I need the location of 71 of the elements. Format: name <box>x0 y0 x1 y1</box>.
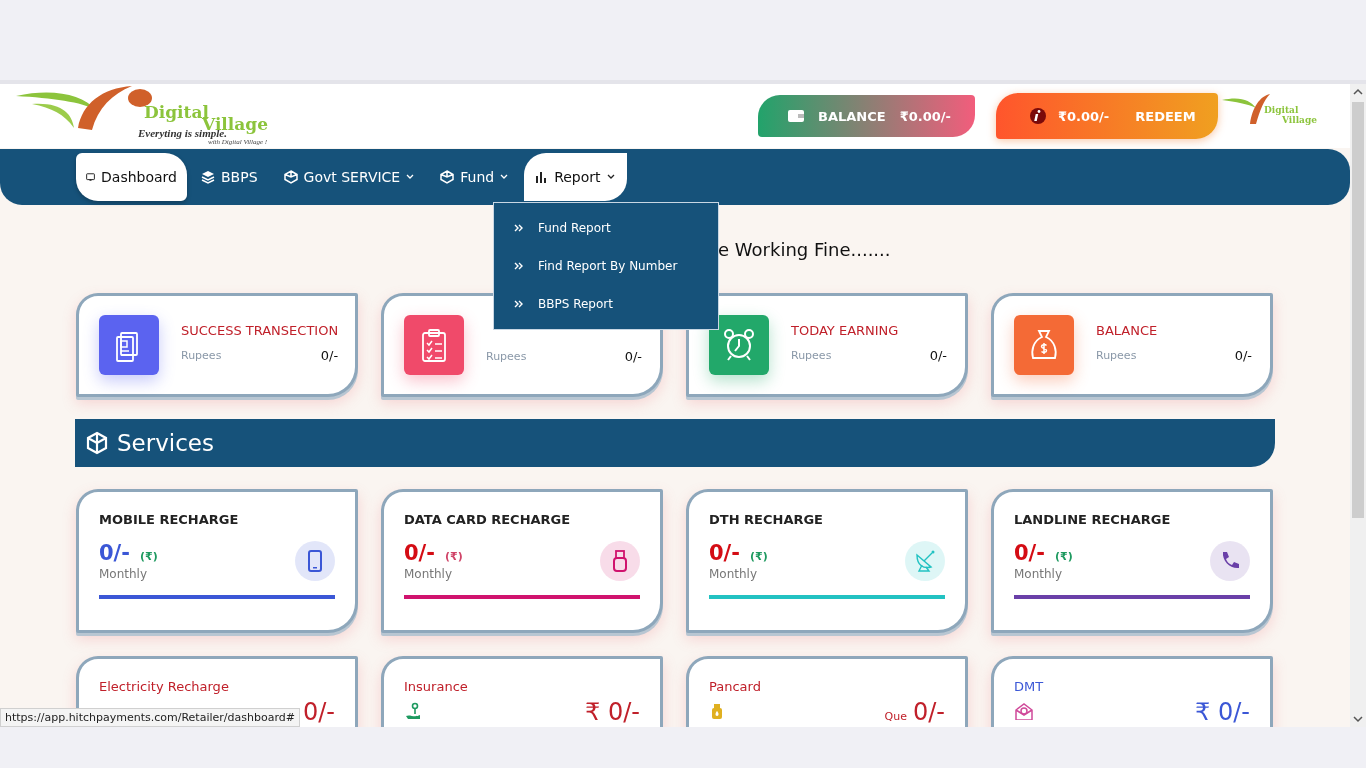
currency-label: (₹) <box>1055 550 1073 563</box>
phone-handset-icon <box>1210 541 1250 581</box>
usb-drive-icon <box>600 541 640 581</box>
status-message: e Working Fine....... <box>718 238 891 260</box>
bar-chart-icon <box>534 170 549 184</box>
status-bar-url: https://app.hitchpayments.com/Retailer/dashboard# <box>0 708 300 727</box>
period-label: Monthly <box>99 567 149 581</box>
balance-value: ₹0.00/- <box>899 108 951 124</box>
nav-tab[interactable]: BBPS <box>191 153 270 201</box>
currency-label: (₹) <box>140 550 158 563</box>
stat-value: 0/- <box>624 348 642 364</box>
monitor-icon <box>86 170 96 184</box>
chevrons-icon <box>514 300 524 308</box>
scroll-down-icon[interactable] <box>1353 715 1363 723</box>
menu-item[interactable]: Find Report By Number <box>494 247 718 285</box>
service-title: DTH RECHARGE <box>709 512 824 527</box>
menu-item[interactable]: BBPS Report <box>494 285 718 323</box>
info-icon <box>1030 108 1046 124</box>
stat-unit: Rupees <box>1096 349 1137 362</box>
logo-text: Digital <box>1264 106 1299 115</box>
nav-tab[interactable]: Govt SERVICE <box>273 153 427 201</box>
service-title: DMT <box>1014 679 1045 694</box>
reward-value: ₹0.00/- <box>1058 108 1110 124</box>
stat-title: BALANCE <box>1096 323 1159 338</box>
menu-item[interactable]: Fund Report <box>494 209 718 247</box>
nav-tab[interactable]: Report <box>524 153 627 201</box>
amount: 0/- <box>404 541 435 565</box>
stat-unit: Rupees <box>181 349 222 362</box>
phone-icon <box>295 541 335 581</box>
period-label: Monthly <box>709 567 759 581</box>
stat-unit: Rupees <box>791 349 832 362</box>
wallet-icon <box>788 109 804 123</box>
period-label: Monthly <box>404 567 454 581</box>
chevrons-icon <box>514 224 524 232</box>
stat-value: 0/- <box>929 348 947 363</box>
service-title: MOBILE RECHARGE <box>99 512 240 527</box>
chevrons-icon <box>514 262 524 270</box>
nav-tab[interactable]: Fund <box>430 153 521 201</box>
amount: 0/- <box>913 698 945 726</box>
logo-text: Village <box>1282 116 1317 125</box>
service-title: Pancard <box>709 679 762 694</box>
amount: ₹ 0/- <box>585 698 640 726</box>
amount: 0/- <box>709 541 740 565</box>
balance-label: BALANCE <box>818 108 886 124</box>
section-title: Services <box>117 430 214 456</box>
currency-label: (₹) <box>750 550 768 563</box>
satellite-dish-icon <box>905 541 945 581</box>
cube-icon <box>440 170 455 184</box>
scrollbar[interactable] <box>1350 84 1366 727</box>
service-title: Electricity Recharge <box>99 679 230 694</box>
stat-title: SUCCESS TRANSECTION <box>181 323 339 338</box>
stat-title: TODAY EARNING <box>791 323 900 338</box>
amount: ₹ 0/- <box>1195 698 1250 726</box>
service-title: Insurance <box>404 679 469 694</box>
stat-value: 0/- <box>1234 348 1252 363</box>
stat-value: 0/- <box>320 348 339 363</box>
envelope-icon <box>1014 702 1034 720</box>
stat-unit: Rupees <box>486 349 527 363</box>
service-title: LANDLINE RECHARGE <box>1014 512 1172 527</box>
nav-tab[interactable]: Dashboard <box>76 153 187 201</box>
amount: 0/- <box>1014 541 1045 565</box>
period-label: Monthly <box>1014 567 1064 581</box>
amount-prefix: Que <box>884 710 907 723</box>
cube-icon <box>85 431 109 455</box>
scroll-up-icon[interactable] <box>1353 88 1363 96</box>
amount: 0/- <box>303 698 335 726</box>
service-title: DATA CARD RECHARGE <box>404 512 572 527</box>
amount: 0/- <box>99 541 130 565</box>
cube-icon <box>283 170 298 184</box>
layers-icon <box>201 170 215 184</box>
currency-label: (₹) <box>445 550 463 563</box>
